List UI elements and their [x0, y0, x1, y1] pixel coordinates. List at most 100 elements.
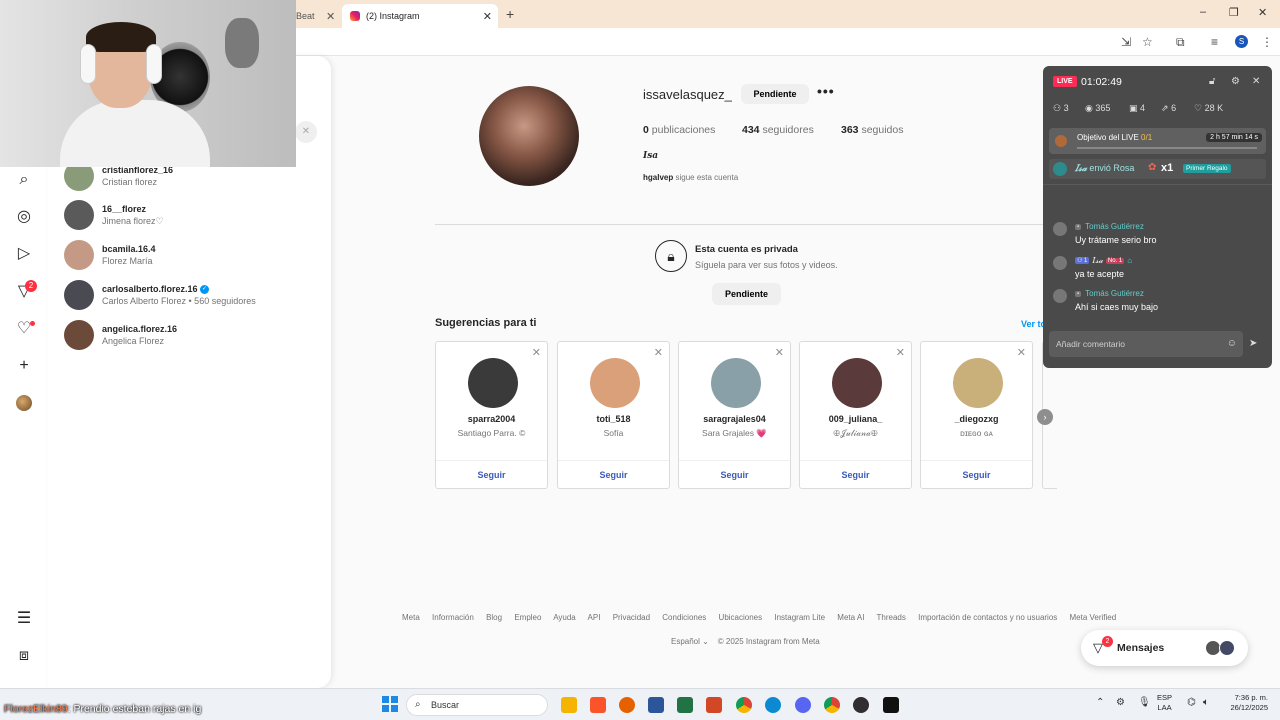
windows-start-icon[interactable] [382, 696, 398, 712]
follow-button[interactable]: Seguir [558, 470, 669, 480]
edge-icon[interactable] [765, 697, 781, 713]
taskbar-search-input[interactable]: ⌕ Buscar [406, 694, 548, 716]
dismiss-icon[interactable]: ✕ [896, 346, 905, 359]
emoji-icon[interactable]: ☺ [1227, 338, 1237, 349]
footer-link[interactable]: Privacidad [613, 613, 650, 622]
media-control-icon[interactable]: ≡ [1211, 35, 1218, 49]
discord-icon[interactable] [795, 697, 811, 713]
tiktok-icon[interactable] [883, 697, 899, 713]
messages-button[interactable]: ▽ 2 Mensajes [1081, 630, 1248, 666]
more-menu-icon[interactable]: ☰ [14, 609, 34, 629]
close-icon[interactable]: ✕ [483, 10, 492, 23]
explore-compass-icon[interactable]: ◎ [14, 207, 34, 227]
dismiss-icon[interactable]: ✕ [654, 346, 663, 359]
language-select[interactable]: Español ⌄ [671, 637, 709, 646]
obs-icon[interactable] [853, 697, 869, 713]
firefox-icon[interactable] [619, 697, 635, 713]
chevron-right-icon[interactable]: › [1037, 409, 1053, 425]
pending-button[interactable]: Pendiente [741, 84, 809, 104]
close-icon[interactable]: ✕ [1252, 76, 1260, 87]
gear-icon[interactable]: ⚙ [1231, 76, 1240, 87]
username[interactable]: 009_juliana_ [800, 414, 911, 424]
file-explorer-icon[interactable] [561, 697, 577, 713]
follow-button[interactable]: Seguir [800, 470, 911, 480]
pending-request-button[interactable]: Pendiente [712, 283, 781, 305]
extensions-icon[interactable]: ⧉ [1176, 35, 1185, 50]
footer-link[interactable]: Meta [402, 613, 420, 622]
excel-icon[interactable] [677, 697, 693, 713]
threads-apps-icon[interactable]: ⧈ [14, 646, 34, 666]
lock-icon[interactable]: 🔓︎ [1209, 76, 1215, 87]
chevron-up-icon[interactable]: ⌃ [1096, 697, 1104, 708]
create-plus-icon[interactable]: + [14, 356, 34, 376]
search-icon[interactable]: ⌕ [14, 170, 34, 190]
profile-avatar[interactable] [16, 395, 32, 411]
footer-link[interactable]: Threads [877, 613, 906, 622]
language-indicator[interactable]: ESP LAA [1157, 693, 1172, 713]
brave-browser-icon[interactable] [590, 697, 606, 713]
chrome-profile-icon[interactable] [824, 697, 840, 713]
tab-beat[interactable]: Beat ✕ [296, 4, 342, 28]
network-tray-icon[interactable]: ⚙ [1116, 697, 1125, 708]
volume-icon[interactable]: 🔈︎ [1203, 697, 1209, 708]
footer-link[interactable]: API [588, 613, 601, 622]
more-options-icon[interactable]: ••• [817, 83, 835, 99]
avatar[interactable] [468, 358, 518, 408]
followers-count[interactable]: 434 seguidores [742, 124, 814, 136]
footer-link[interactable]: Blog [486, 613, 502, 622]
followed-by-note[interactable]: hgalvep sigue esta cuenta [643, 173, 738, 182]
footer-link[interactable]: Meta Verified [1070, 613, 1117, 622]
recent-search-item[interactable]: carlosalberto.florez.16 ✓ Carlos Alberto… [64, 280, 324, 312]
avatar[interactable] [953, 358, 1003, 408]
wifi-icon[interactable]: ⌬ [1187, 697, 1196, 708]
minimize-button[interactable]: – [1200, 6, 1206, 18]
dismiss-icon[interactable]: ✕ [1017, 346, 1026, 359]
browser-profile-avatar[interactable]: S [1235, 35, 1248, 48]
username[interactable]: sparra2004 [436, 414, 547, 424]
bookmark-star-icon[interactable]: ☆ [1142, 35, 1153, 49]
footer-link[interactable]: Condiciones [662, 613, 706, 622]
profile-picture[interactable] [479, 86, 579, 186]
tab-instagram[interactable]: (2) Instagram ✕ [342, 4, 498, 28]
recent-search-item[interactable]: 16__florez Jimena florez♡ [64, 200, 324, 232]
footer-link[interactable]: Información [432, 613, 474, 622]
divider [679, 460, 790, 461]
footer-link[interactable]: Importación de contactos y no usuarios [918, 613, 1057, 622]
username[interactable]: _diegozxg [921, 414, 1032, 424]
maximize-button[interactable]: ❐ [1229, 6, 1239, 19]
powerpoint-icon[interactable] [706, 697, 722, 713]
close-window-button[interactable]: ✕ [1258, 6, 1267, 19]
footer-link[interactable]: Meta AI [837, 613, 864, 622]
follow-button[interactable]: Seguir [921, 470, 1032, 480]
word-icon[interactable] [648, 697, 664, 713]
send-icon[interactable]: ➤ [1249, 338, 1257, 349]
avatar[interactable] [711, 358, 761, 408]
footer-link[interactable]: Ayuda [553, 613, 576, 622]
username[interactable]: toti_518 [558, 414, 669, 424]
live-goal[interactable]: Objetivo del LIVE 0/1 2 h 57 min 14 s [1049, 128, 1266, 154]
avatar[interactable] [590, 358, 640, 408]
clock[interactable]: 7:36 p. m. 26/12/2025 [1222, 693, 1268, 713]
footer-link[interactable]: Ubicaciones [719, 613, 763, 622]
clear-search-icon[interactable]: ✕ [295, 121, 317, 143]
footer-link[interactable]: Instagram Lite [774, 613, 825, 622]
comment-input[interactable]: Añadir comentario ☺ [1049, 331, 1243, 357]
reels-icon[interactable]: ▷ [14, 244, 34, 264]
username[interactable]: saragrajales04 [679, 414, 790, 424]
new-tab-button[interactable]: + [506, 6, 514, 22]
menu-kebab-icon[interactable]: ⋮ [1261, 35, 1273, 49]
divider [435, 224, 1057, 225]
dismiss-icon[interactable]: ✕ [775, 346, 784, 359]
close-icon[interactable]: ✕ [326, 10, 335, 23]
follow-button[interactable]: Seguir [679, 470, 790, 480]
chrome-icon[interactable] [736, 697, 752, 713]
avatar[interactable] [832, 358, 882, 408]
recent-search-item[interactable]: bcamila.16.4 Florez María [64, 240, 324, 272]
footer-link[interactable]: Empleo [514, 613, 541, 622]
following-count[interactable]: 363 seguidos [841, 124, 903, 136]
follow-button[interactable]: Seguir [436, 470, 547, 480]
dismiss-icon[interactable]: ✕ [532, 346, 541, 359]
recent-search-item[interactable]: angelica.florez.16 Angelica Florez [64, 320, 324, 352]
install-app-icon[interactable]: ⇲ [1121, 35, 1131, 49]
microphone-icon[interactable]: 🎙︎ [1138, 697, 1151, 708]
